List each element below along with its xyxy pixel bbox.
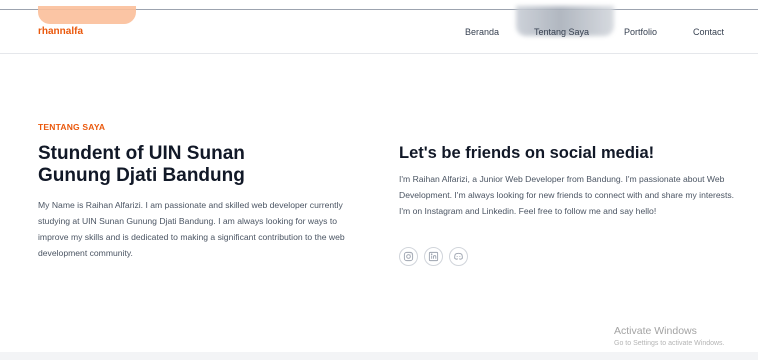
social-title: Let's be friends on social media! bbox=[399, 144, 655, 162]
footer-band bbox=[0, 352, 758, 360]
nav-link-contact[interactable]: Contact bbox=[693, 27, 724, 37]
activate-windows-title: Activate Windows bbox=[614, 325, 697, 337]
about-title: Stundent of UIN Sunan Gunung Djati Bandu… bbox=[38, 143, 358, 187]
nav-link-tentang-saya[interactable]: Tentang Saya bbox=[534, 27, 589, 37]
navbar: rhannalfa Beranda Tentang Saya Portfolio… bbox=[0, 10, 758, 54]
activate-windows-subtitle: Go to Settings to activate Windows. bbox=[614, 340, 725, 347]
about-description: My Name is Raihan Alfarizi. I am passion… bbox=[38, 200, 345, 258]
social-description: I'm Raihan Alfarizi, a Junior Web Develo… bbox=[399, 174, 735, 216]
social-links bbox=[399, 247, 468, 266]
linkedin-link[interactable] bbox=[424, 247, 443, 266]
brand-logo[interactable]: rhannalfa bbox=[38, 26, 83, 37]
discord-icon bbox=[454, 252, 463, 260]
nav-link-beranda[interactable]: Beranda bbox=[465, 27, 499, 37]
about-title-line-2: Gunung Djati Bandung bbox=[38, 165, 245, 186]
discord-link[interactable] bbox=[449, 247, 468, 266]
nav-link-portfolio[interactable]: Portfolio bbox=[624, 27, 657, 37]
linkedin-icon bbox=[428, 251, 439, 262]
section-eyebrow: TENTANG SAYA bbox=[38, 122, 106, 132]
about-title-line-1: Stundent of UIN Sunan bbox=[38, 143, 245, 164]
instagram-icon bbox=[403, 251, 414, 262]
instagram-link[interactable] bbox=[399, 247, 418, 266]
